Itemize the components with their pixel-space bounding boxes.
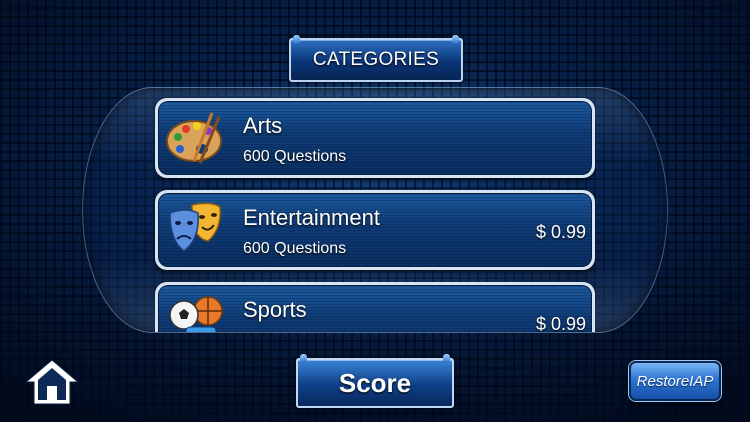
theater-masks-icon bbox=[169, 202, 221, 252]
category-row-entertainment[interactable]: Entertainment 600 Questions $ 0.99 bbox=[155, 190, 595, 270]
category-row-sports[interactable]: Sports $ 0.99 bbox=[155, 282, 595, 332]
score-label: Score bbox=[338, 367, 412, 398]
categories-header: CATEGORIES bbox=[289, 35, 463, 82]
sports-balls-icon bbox=[169, 296, 223, 332]
header-pin-left bbox=[293, 35, 300, 44]
category-question-count: 600 Questions bbox=[243, 148, 347, 165]
score-button[interactable]: Score bbox=[296, 354, 454, 408]
home-button[interactable] bbox=[22, 356, 82, 408]
category-title: Sports bbox=[243, 297, 307, 322]
header-pin-right bbox=[452, 35, 459, 44]
category-list[interactable]: Arts 600 Questions Entertainment 600 Que… bbox=[155, 96, 595, 332]
home-icon bbox=[24, 359, 80, 405]
category-price: $ 0.99 bbox=[535, 222, 586, 242]
category-question-count: 600 Questions bbox=[243, 240, 347, 257]
page-title: CATEGORIES bbox=[312, 49, 440, 70]
score-pin-right bbox=[443, 354, 450, 363]
category-row-arts[interactable]: Arts 600 Questions bbox=[155, 98, 595, 178]
category-title: Arts bbox=[243, 113, 283, 138]
palette-icon bbox=[166, 112, 222, 164]
score-pin-left bbox=[300, 354, 307, 363]
category-row-body: Entertainment 600 Questions $ 0.99 bbox=[158, 193, 592, 267]
restore-iap-button[interactable]: RestoreIAP bbox=[629, 361, 721, 401]
restore-iap-label: RestoreIAP bbox=[636, 372, 714, 390]
category-price: $ 0.99 bbox=[535, 314, 586, 332]
category-row-body: Sports $ 0.99 bbox=[158, 285, 592, 332]
category-row-body: Arts 600 Questions bbox=[158, 101, 592, 175]
category-title: Entertainment bbox=[243, 205, 380, 230]
